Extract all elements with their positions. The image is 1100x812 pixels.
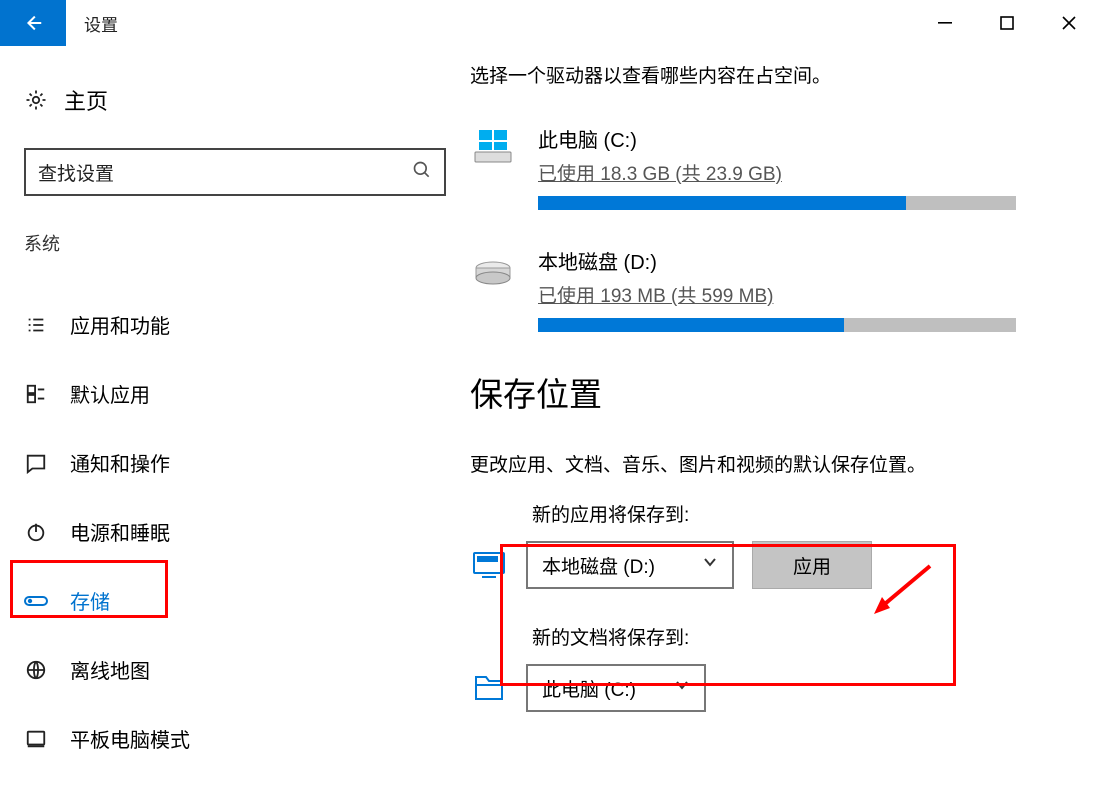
sidebar-item-apps-features[interactable]: 应用和功能 <box>24 290 470 359</box>
save-location-value: 此电脑 (C:) <box>542 675 636 702</box>
windows-drive-icon <box>470 124 516 166</box>
sidebar-group-label: 系统 <box>24 230 470 256</box>
sidebar-item-offline-maps[interactable]: 离线地图 <box>24 635 470 704</box>
section-heading: 保存位置 <box>470 368 1070 416</box>
save-controls-apps: 本地磁盘 (D:) 应用 <box>470 541 1070 589</box>
sidebar-home-label: 主页 <box>64 84 108 116</box>
search-placeholder: 查找设置 <box>38 159 412 186</box>
sidebar-item-storage[interactable]: 存储 <box>24 566 470 635</box>
documents-icon <box>470 673 508 703</box>
sidebar-home[interactable]: 主页 <box>24 80 470 120</box>
power-icon <box>24 520 48 544</box>
hdd-icon <box>470 246 516 288</box>
maximize-icon <box>1000 16 1014 30</box>
maximize-button[interactable] <box>976 0 1038 46</box>
apply-button-label: 应用 <box>793 552 831 579</box>
arrow-left-icon <box>22 12 44 34</box>
search-input[interactable]: 查找设置 <box>24 148 446 196</box>
close-button[interactable] <box>1038 0 1100 46</box>
save-caption-documents: 新的文档将保存到: <box>470 623 1070 650</box>
sidebar-item-label: 平板电脑模式 <box>70 724 190 753</box>
main-content: 选择一个驱动器以查看哪些内容在占空间。 此电脑 (C:) 已使用 18.3 GB… <box>470 46 1100 812</box>
storage-icon <box>24 589 48 613</box>
sidebar-item-notifications[interactable]: 通知和操作 <box>24 428 470 497</box>
minimize-icon <box>938 16 952 30</box>
sidebar-item-power-sleep[interactable]: 电源和睡眠 <box>24 497 470 566</box>
sidebar-item-default-apps[interactable]: 默认应用 <box>24 359 470 428</box>
sidebar-item-label: 电源和睡眠 <box>70 517 170 546</box>
drive-entry-c[interactable]: 此电脑 (C:) 已使用 18.3 GB (共 23.9 GB) <box>470 124 1070 210</box>
close-icon <box>1061 15 1077 31</box>
chevron-down-icon <box>702 554 718 576</box>
drive-entry-d[interactable]: 本地磁盘 (D:) 已使用 193 MB (共 599 MB) <box>470 246 1070 332</box>
minimize-button[interactable] <box>914 0 976 46</box>
list-icon <box>24 313 48 337</box>
sidebar-item-label: 默认应用 <box>70 379 150 408</box>
chevron-down-icon <box>674 677 690 699</box>
title-bar: 设置 <box>0 0 1100 46</box>
sidebar-item-label: 离线地图 <box>70 655 150 684</box>
save-location-select-documents[interactable]: 此电脑 (C:) <box>526 664 706 712</box>
sidebar-item-label: 应用和功能 <box>70 310 170 339</box>
window-title: 设置 <box>84 11 118 36</box>
section-description: 更改应用、文档、音乐、图片和视频的默认保存位置。 <box>470 450 1070 482</box>
drive-usage: 已使用 18.3 GB (共 23.9 GB) <box>538 159 1070 186</box>
sidebar-item-label: 通知和操作 <box>70 448 170 477</box>
default-apps-icon <box>24 382 48 406</box>
storage-description: 选择一个驱动器以查看哪些内容在占空间。 <box>470 61 1070 88</box>
window-controls <box>914 0 1100 46</box>
apply-button[interactable]: 应用 <box>752 541 872 589</box>
apps-icon <box>470 551 508 579</box>
usage-bar-fill <box>538 196 906 210</box>
map-icon <box>24 658 48 682</box>
drive-name: 本地磁盘 (D:) <box>538 246 1070 275</box>
save-location-select-apps[interactable]: 本地磁盘 (D:) <box>526 541 734 589</box>
save-caption-apps: 新的应用将保存到: <box>470 500 1070 527</box>
notification-icon <box>24 451 48 475</box>
save-location-value: 本地磁盘 (D:) <box>542 552 655 579</box>
usage-bar <box>538 318 1016 332</box>
gear-icon <box>24 88 48 112</box>
sidebar: 主页 查找设置 系统 应用和功能 默认应用 通知和操作 <box>0 46 470 812</box>
sidebar-item-label: 存储 <box>70 586 110 615</box>
search-icon <box>412 160 432 185</box>
save-controls-documents: 此电脑 (C:) <box>470 664 1070 712</box>
tablet-icon <box>24 727 48 751</box>
sidebar-item-tablet-mode[interactable]: 平板电脑模式 <box>24 704 470 773</box>
drive-name: 此电脑 (C:) <box>538 124 1070 153</box>
back-button[interactable] <box>0 0 66 46</box>
usage-bar <box>538 196 1016 210</box>
usage-bar-fill <box>538 318 844 332</box>
drive-usage: 已使用 193 MB (共 599 MB) <box>538 281 1070 308</box>
